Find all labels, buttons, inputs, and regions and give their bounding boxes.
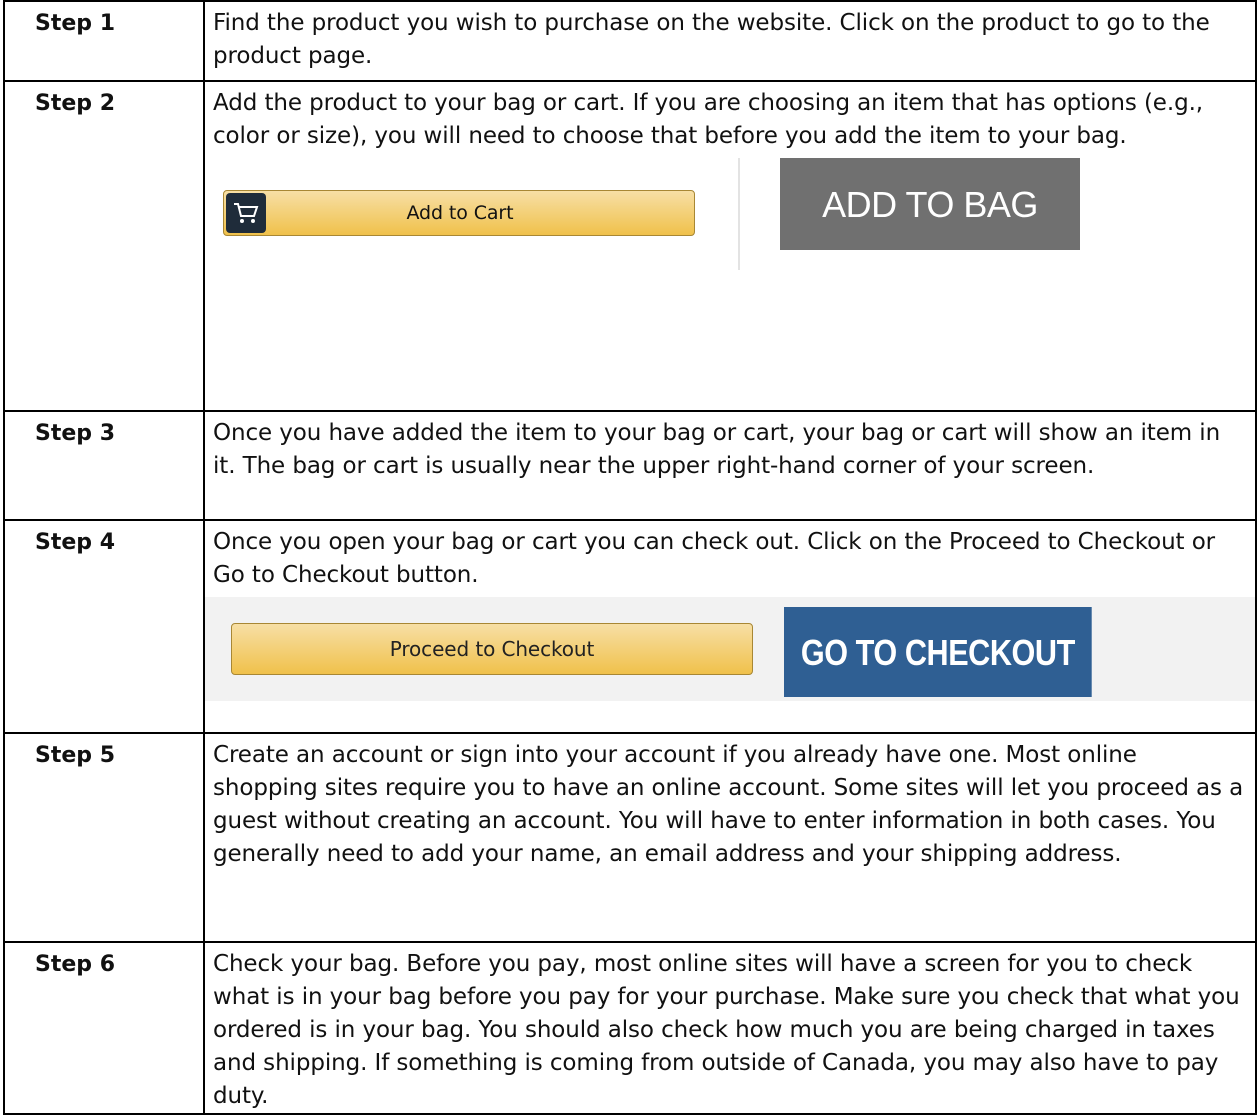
step-row: Step 4 Once you open your bag or cart yo… [3,519,1257,734]
add-to-cart-button[interactable]: Add to Cart [223,190,695,236]
step-text: Create an account or sign into your acco… [203,732,1257,943]
checkout-buttons-image: Proceed to Checkout GO TO CHECKOUT [205,597,1255,701]
add-to-cart-screenshot: Add to Cart [205,158,738,270]
step-description: Create an account or sign into your acco… [213,742,1244,867]
go-to-checkout-screenshot: GO TO CHECKOUT [756,597,1255,701]
step-text: Find the product you wish to purchase on… [203,0,1257,82]
step-row: Step 2 Add the product to your bag or ca… [3,80,1257,412]
step-text: Once you open your bag or cart you can c… [203,519,1257,734]
step-label: Step 5 [3,732,205,943]
shopping-cart-icon [226,193,266,233]
step-label: Step 2 [3,80,205,412]
step-description: Add the product to your bag or cart. If … [213,90,1203,149]
image-divider [738,158,740,270]
step-label: Step 3 [3,410,205,521]
go-to-checkout-button[interactable]: GO TO CHECKOUT [784,607,1092,697]
step-description: Once you open your bag or cart you can c… [213,529,1216,588]
proceed-to-checkout-button[interactable]: Proceed to Checkout [231,623,753,675]
add-buttons-image: Add to Cart ADD TO BAG [205,158,1255,270]
step-text: Once you have added the item to your bag… [203,410,1257,521]
step-text: Add the product to your bag or cart. If … [203,80,1257,412]
step-description: Check your bag. Before you pay, most onl… [213,951,1240,1109]
add-to-bag-button[interactable]: ADD TO BAG [780,158,1080,250]
step-text: Check your bag. Before you pay, most onl… [203,941,1257,1115]
steps-table: Step 1 Find the product you wish to purc… [3,0,1257,1115]
step-row: Step 5 Create an account or sign into yo… [3,732,1257,943]
step-row: Step 1 Find the product you wish to purc… [3,0,1257,82]
proceed-to-checkout-screenshot: Proceed to Checkout [205,597,756,701]
step-label: Step 6 [3,941,205,1115]
step-row: Step 3 Once you have added the item to y… [3,410,1257,521]
step-label: Step 4 [3,519,205,734]
step-row: Step 6 Check your bag. Before you pay, m… [3,941,1257,1115]
step-description: Once you have added the item to your bag… [213,420,1221,479]
add-to-cart-label: Add to Cart [406,201,514,224]
step-description: Find the product you wish to purchase on… [213,10,1210,69]
step-label: Step 1 [3,0,205,82]
